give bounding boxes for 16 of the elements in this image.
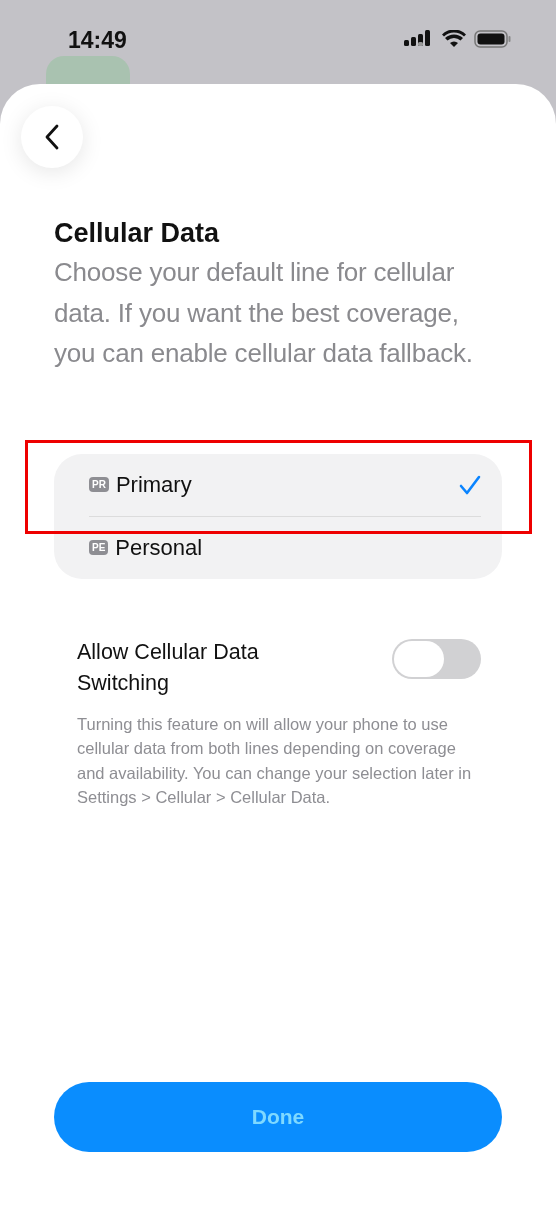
status-time: 14:49 xyxy=(68,27,127,54)
line-option[interactable]: PR Primary xyxy=(89,453,481,516)
line-label: Personal xyxy=(115,534,203,561)
battery-icon xyxy=(474,30,512,48)
switch-description: Turning this feature on will allow your phone to use cellular data from both lines depending on coverage and availability. You can change your selection later in Settings > Cellular > Cellular Data. xyxy=(77,713,473,808)
line-badge: PR xyxy=(89,477,109,492)
wifi-icon xyxy=(442,30,466,48)
sheet-subtitle: Choose your default line for cellular data. If you want the best coverage, you can enable cellular data fallback. xyxy=(54,256,474,370)
line-badge: PE xyxy=(89,540,109,555)
toggle-switch[interactable] xyxy=(392,638,481,679)
line-label: Primary xyxy=(115,471,192,498)
back-icon xyxy=(44,124,60,150)
line-option[interactable]: PE Personal xyxy=(89,516,481,579)
switch-label: Allow Cellular Data Switching xyxy=(77,638,260,697)
checkmark-icon xyxy=(459,474,481,495)
sheet-title: Cellular Data xyxy=(54,217,221,250)
